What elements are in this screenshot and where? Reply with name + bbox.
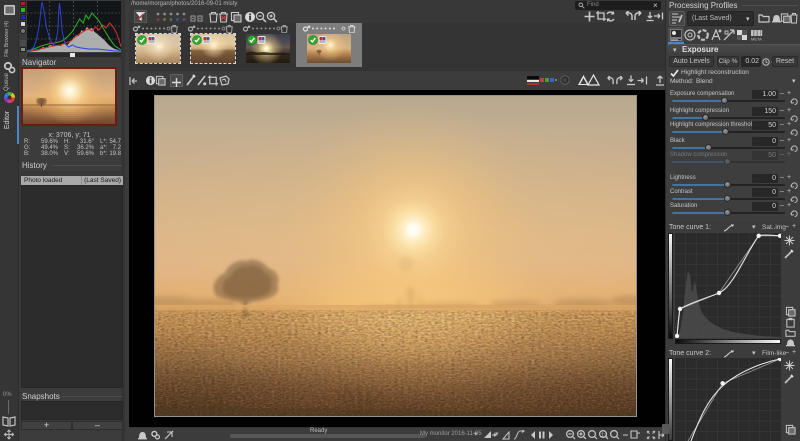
svg-text:1:1: 1:1 — [601, 433, 608, 439]
svg-text:META: META — [751, 37, 762, 42]
